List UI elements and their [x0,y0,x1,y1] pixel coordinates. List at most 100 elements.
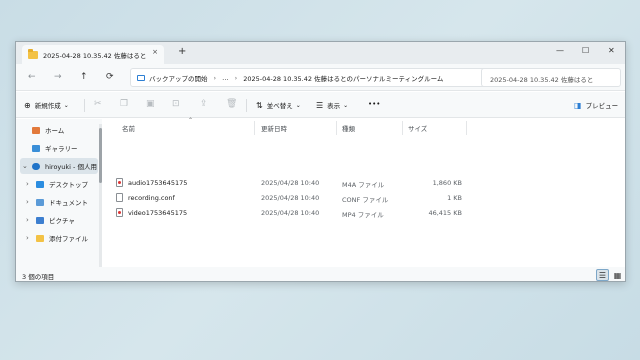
sidebar-item-desktop[interactable]: › デスクトップ [26,177,88,191]
file-modified: 2025/04/28 10:40 [261,179,320,187]
sort-label: 並べ替え [266,102,293,110]
table-row[interactable]: audio1753645175 2025/04/28 10:40 M4A ファイ… [104,176,464,190]
table-row[interactable]: recording.conf 2025/04/28 10:40 CONF ファイ… [104,191,464,205]
tab-current-folder[interactable]: 2025-04-28 10.35.42 佐藤はると × [22,45,164,64]
new-button[interactable]: ⊕ 新規作成 ⌄ [24,100,69,111]
details-view-button[interactable]: ☰ [596,269,609,281]
item-count: 3 個の項目 [22,273,55,281]
home-icon [32,126,40,134]
sort-button[interactable]: ⇅ 並べ替え ⌄ [256,100,301,111]
breadcrumb-backup[interactable]: バックアップの開始 [149,73,208,83]
sidebar-item-label: ホーム [45,127,65,135]
sidebar-item-documents[interactable]: › ドキュメント [26,195,88,209]
video-file-icon [116,208,123,217]
file-modified: 2025/04/28 10:40 [261,194,320,202]
paste-icon[interactable]: ▣ [146,99,155,109]
sidebar-scrollbar[interactable] [99,124,102,269]
status-bar: 3 個の項目 ☰ ▦ [16,267,625,281]
file-modified: 2025/04/28 10:40 [261,209,320,217]
sidebar-item-label: hiroyuki - 個人用 [45,163,97,171]
sort-ascending-icon: ⌃ [188,117,194,124]
chevron-down-icon: ⌄ [343,101,349,109]
plus-circle-icon: ⊕ [24,100,31,110]
column-header-name[interactable]: 名前 [122,123,135,133]
file-size: 1 KB [447,194,462,202]
chevron-right-icon[interactable]: › [26,198,36,206]
sidebar-item-home[interactable]: ホーム [22,123,64,137]
column-header-type[interactable]: 種類 [342,123,355,133]
chevron-right-icon[interactable]: › [26,234,36,242]
sidebar-item-label: ドキュメント [49,199,88,207]
more-options-button[interactable]: ••• [368,100,380,108]
file-type: MP4 ファイル [342,211,384,219]
file-type: M4A ファイル [342,181,385,189]
chevron-down-icon: ⌄ [63,101,69,109]
column-divider[interactable] [254,121,255,135]
refresh-button[interactable]: ⟳ [106,72,114,82]
tab-close-icon[interactable]: × [152,48,158,56]
file-name: video1753645175 [128,209,188,217]
chevron-down-icon[interactable]: ⌄ [22,162,32,170]
command-bar: ⊕ 新規作成 ⌄ ✂ ❐ ▣ ⊡ ⇪ 🗑 ⇅ 並べ替え ⌄ ☰ 表示 ⌄ •••… [16,92,625,118]
sidebar-item-onedrive[interactable]: ⌄ hiroyuki - 個人用 [22,159,98,173]
view-label: 表示 [327,102,341,110]
tab-bar: 2025-04-28 10.35.42 佐藤はると × + — ☐ ✕ [16,42,625,64]
rename-icon[interactable]: ⊡ [172,99,180,109]
gallery-icon [32,144,40,152]
back-button[interactable]: ← [28,72,36,82]
new-tab-button[interactable]: + [178,47,186,57]
file-size: 1,860 KB [432,179,462,187]
preview-label: プレビュー [585,102,619,110]
chevron-right-icon[interactable]: › [26,216,36,224]
text-file-icon [116,193,123,202]
divider [84,99,85,112]
sidebar-item-gallery[interactable]: ギャラリー [22,141,78,155]
sidebar-item-pictures[interactable]: › ピクチャ [26,213,75,227]
maximize-button[interactable]: ☐ [582,46,589,55]
preview-pane-icon: ◨ [574,100,582,110]
sidebar-item-label: ギャラリー [45,145,78,153]
breadcrumb-ellipsis[interactable]: … [222,74,229,82]
search-input[interactable]: 2025-04-28 10.35.42 佐藤はると [481,68,621,87]
divider [246,99,247,112]
folder-icon [28,48,38,59]
breadcrumb-current[interactable]: 2025-04-28 10.35.42 佐藤はるとのパーソナルミーティングルーム [243,73,443,83]
file-size: 46,415 KB [428,209,462,217]
backup-icon [137,74,145,81]
sidebar-item-label: 添付ファイル [49,235,88,243]
chevron-right-icon[interactable]: › [26,180,36,188]
column-header-size[interactable]: サイズ [408,123,427,133]
share-icon[interactable]: ⇪ [200,99,208,109]
delete-icon[interactable]: 🗑 [226,99,237,109]
document-icon [36,198,44,206]
sidebar-item-label: デスクトップ [49,181,88,189]
desktop-icon [36,180,44,188]
chevron-down-icon: ⌄ [295,101,301,109]
view-icon: ☰ [316,100,324,110]
column-header-modified[interactable]: 更新日時 [261,123,287,133]
minimize-button[interactable]: — [556,46,564,55]
column-divider[interactable] [402,121,403,135]
cut-icon[interactable]: ✂ [94,99,102,109]
table-row[interactable]: video1753645175 2025/04/28 10:40 MP4 ファイ… [104,206,464,220]
up-button[interactable]: ↑ [80,72,88,82]
navigation-bar: ← → ↑ ⟳ バックアップの開始 › … › 2025-04-28 10.35… [16,64,625,91]
forward-button[interactable]: → [54,72,62,82]
close-window-button[interactable]: ✕ [608,46,615,55]
column-divider[interactable] [466,121,467,135]
file-list: ⌃ 名前 更新日時 種類 サイズ audio1753645175 2025/04… [104,117,625,267]
address-bar[interactable]: バックアップの開始 › … › 2025-04-28 10.35.42 佐藤はる… [130,68,488,87]
navigation-pane: ホーム ギャラリー ⌄ hiroyuki - 個人用 › デスクトップ › ドキ… [16,119,102,267]
tiles-view-icon: ▦ [613,270,622,280]
folder-icon [36,234,44,242]
file-name: audio1753645175 [128,179,188,187]
column-divider[interactable] [336,121,337,135]
file-name: recording.conf [128,194,175,202]
sidebar-item-label: ピクチャ [49,217,75,225]
copy-icon[interactable]: ❐ [120,99,128,109]
sidebar-item-attachments[interactable]: › 添付ファイル [26,231,88,245]
preview-button[interactable]: ◨ プレビュー [574,100,619,111]
scrollbar-thumb[interactable] [99,128,102,183]
tiles-view-button[interactable]: ▦ [611,269,624,281]
view-button[interactable]: ☰ 表示 ⌄ [316,100,349,111]
